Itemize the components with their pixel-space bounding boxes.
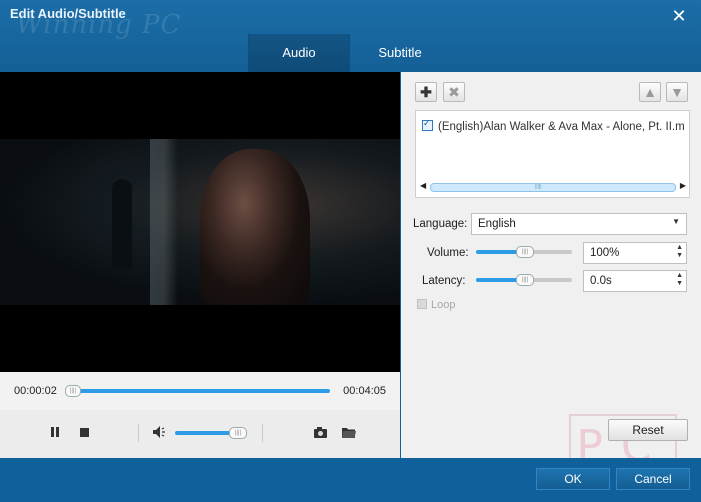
video-light: [150, 139, 178, 305]
scroll-left-icon[interactable]: ◀: [420, 181, 426, 190]
window-title: Edit Audio/Subtitle: [10, 6, 126, 21]
current-time: 00:00:02: [14, 385, 57, 397]
reset-button[interactable]: Reset: [608, 419, 688, 441]
scroll-right-icon[interactable]: ▶: [680, 181, 686, 190]
latency-thumb[interactable]: ||||: [516, 274, 534, 286]
volume-level-thumb[interactable]: ||||: [516, 246, 534, 258]
language-select[interactable]: English ▼: [471, 213, 687, 235]
seek-bar-area: 00:00:02 |||| 00:04:05: [0, 372, 400, 411]
divider: [138, 424, 139, 442]
video-figure-foreground: [200, 149, 310, 305]
scrollbar-track[interactable]: |||||: [430, 183, 676, 192]
camera-icon[interactable]: [313, 426, 327, 440]
volume-thumb[interactable]: ||||: [229, 427, 247, 439]
pause-icon[interactable]: [48, 426, 62, 440]
tab-bar: Audio Subtitle: [248, 34, 450, 72]
volume-label: Volume:: [427, 247, 469, 259]
close-button[interactable]: ✕: [669, 6, 689, 26]
scrollbar-grip[interactable]: |||||: [535, 184, 542, 190]
move-up-button[interactable]: ▲: [639, 82, 661, 102]
language-label: Language:: [413, 218, 468, 230]
track-checkbox[interactable]: [422, 119, 433, 131]
seek-slider[interactable]: ||||: [65, 385, 330, 397]
audio-track-list: (English)Alan Walker & Ava Max - Alone, …: [415, 110, 690, 198]
tab-subtitle[interactable]: Subtitle: [349, 34, 450, 72]
horizontal-scrollbar[interactable]: ◀ ||||| ▶: [420, 181, 686, 193]
volume-value: 100%: [590, 247, 620, 259]
video-preview: [0, 72, 400, 372]
stepper-arrows-icon[interactable]: ▲ ▼: [676, 272, 683, 288]
stepper-arrows-icon[interactable]: ▲ ▼: [676, 244, 683, 260]
volume-level-slider[interactable]: ||||: [476, 246, 572, 258]
volume-icon[interactable]: [152, 425, 166, 439]
footer-bar: OK Cancel: [0, 458, 701, 502]
video-figure-background: [112, 179, 132, 269]
loop-label: Loop: [431, 299, 456, 311]
volume-slider[interactable]: ||||: [175, 427, 247, 439]
total-time: 00:04:05: [343, 385, 386, 397]
playback-controls: ||||: [0, 410, 400, 458]
add-button[interactable]: ✚: [415, 82, 437, 102]
title-bar: Winning PC Edit Audio/Subtitle ✕ Audio S…: [0, 0, 701, 72]
track-label: (English)Alan Walker & Ava Max - Alone, …: [438, 121, 684, 133]
volume-stepper[interactable]: 100% ▲ ▼: [583, 242, 687, 264]
language-value: English: [478, 218, 516, 230]
latency-stepper[interactable]: 0.0s ▲ ▼: [583, 270, 687, 292]
folder-icon[interactable]: [341, 426, 356, 440]
seek-thumb[interactable]: ||||: [65, 385, 81, 397]
latency-slider[interactable]: ||||: [476, 274, 572, 286]
edit-audio-subtitle-window: Winning PC Edit Audio/Subtitle ✕ Audio S…: [0, 0, 701, 502]
tab-audio[interactable]: Audio: [248, 34, 349, 72]
remove-button[interactable]: ✖: [443, 82, 465, 102]
video-frame: [0, 139, 400, 305]
audio-settings-panel: ✚ ✖ ▲ ▼ (English)Alan Walker & Ava Max -…: [401, 72, 701, 480]
list-item[interactable]: (English)Alan Walker & Ava Max - Alone, …: [422, 119, 684, 133]
cancel-button[interactable]: Cancel: [616, 468, 690, 490]
move-down-button[interactable]: ▼: [666, 82, 688, 102]
chevron-down-icon: ▼: [672, 217, 680, 226]
loop-box[interactable]: [417, 299, 427, 309]
stop-icon[interactable]: [78, 426, 92, 440]
latency-value: 0.0s: [590, 275, 612, 287]
divider: [262, 424, 263, 442]
ok-button[interactable]: OK: [536, 468, 610, 490]
loop-checkbox[interactable]: Loop: [417, 298, 455, 311]
latency-label: Latency:: [422, 275, 466, 287]
